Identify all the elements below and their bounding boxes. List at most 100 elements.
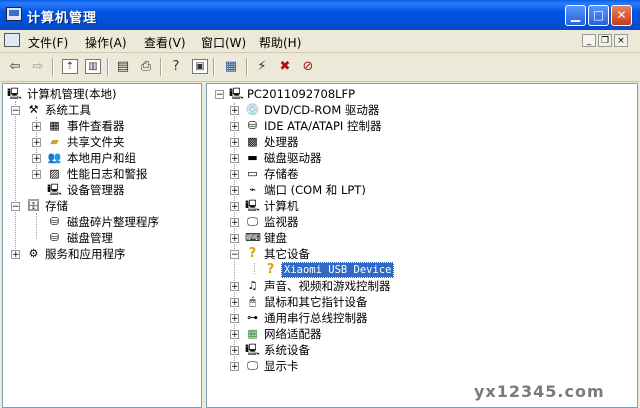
- expand-toggle[interactable]: +: [230, 298, 239, 308]
- expand-toggle[interactable]: +: [230, 186, 239, 196]
- sound-icon: ♫: [247, 279, 258, 292]
- expand-toggle[interactable]: +: [230, 106, 239, 116]
- tree-node-event-viewer[interactable]: + ▦ 事件查看器: [5, 118, 201, 134]
- tree-node-device-manager[interactable]: 🖳 设备管理器: [5, 182, 201, 198]
- expand-toggle[interactable]: +: [32, 122, 41, 132]
- tree-node-local-users[interactable]: + 👥 本地用户和组: [5, 150, 201, 166]
- device-category[interactable]: + ⊶ 通用串行总线控制器: [209, 310, 629, 326]
- properties-icon[interactable]: ▤: [113, 57, 133, 76]
- disable-device-icon[interactable]: ⊘: [298, 57, 318, 76]
- collapse-toggle[interactable]: −: [11, 202, 20, 212]
- back-arrow-icon[interactable]: ⇦: [5, 57, 25, 76]
- help-icon[interactable]: ?: [166, 57, 186, 76]
- menu-bar: 文件(F) 操作(A) 查看(V) 窗口(W) 帮助(H) _ ❐ ×: [0, 30, 640, 53]
- computer-management-window: 计算机管理 ▁ □ ✕ 文件(F) 操作(A) 查看(V) 窗口(W) 帮助(H…: [0, 0, 640, 408]
- collapse-toggle[interactable]: −: [215, 90, 224, 100]
- show-hide-tree-icon[interactable]: ▥: [85, 59, 101, 74]
- tree-node-defrag[interactable]: ⛁ 磁盘碎片整理程序: [5, 214, 201, 230]
- device-category[interactable]: + ▬ 磁盘驱动器: [209, 150, 629, 166]
- tree-node-performance[interactable]: + ▨ 性能日志和警报: [5, 166, 201, 182]
- menu-action[interactable]: 操作(A): [85, 34, 127, 51]
- watermark: yx12345.com: [474, 382, 605, 401]
- expand-toggle[interactable]: +: [230, 330, 239, 340]
- window-title: 计算机管理: [27, 11, 98, 26]
- expand-toggle[interactable]: +: [11, 250, 20, 260]
- menu-window[interactable]: 窗口(W): [201, 34, 246, 51]
- expand-toggle[interactable]: +: [230, 202, 239, 212]
- up-level-icon[interactable]: ⇡: [62, 59, 78, 74]
- expand-toggle[interactable]: +: [230, 122, 239, 132]
- expand-toggle[interactable]: +: [230, 154, 239, 164]
- device-manager-icon: 🖳: [47, 183, 62, 196]
- expand-toggle[interactable]: +: [32, 138, 41, 148]
- forward-arrow-icon[interactable]: ⇨: [28, 57, 48, 76]
- device-category[interactable]: + ⌁ 端口 (COM 和 LPT): [209, 182, 629, 198]
- mdi-minimize-button[interactable]: _: [582, 34, 596, 47]
- collapse-toggle[interactable]: −: [230, 250, 239, 260]
- close-button[interactable]: ✕: [611, 5, 632, 26]
- device-category[interactable]: + 🖱 鼠标和其它指针设备: [209, 294, 629, 310]
- disk-management-icon: ⛁: [49, 231, 60, 244]
- cdrom-icon: 💿: [245, 103, 260, 116]
- console-tree-pane[interactable]: 🖳 计算机管理(本地) − ⚒ 系统工具 + ▦ 事件查看器 + ▰ 共享文件夹…: [2, 83, 202, 408]
- mmc-icon[interactable]: [4, 33, 20, 47]
- device-category[interactable]: + 🖳 系统设备: [209, 342, 629, 358]
- expand-toggle[interactable]: +: [32, 154, 41, 164]
- disk-drive-icon: ▬: [247, 151, 258, 164]
- expand-toggle[interactable]: +: [230, 138, 239, 148]
- tools-icon: ⚒: [28, 103, 39, 116]
- monitor-icon: 🖵: [247, 215, 258, 228]
- tree-node-services[interactable]: + ⚙ 服务和应用程序: [5, 246, 201, 262]
- system-device-icon: 🖳: [245, 343, 260, 356]
- device-xiaomi-usb[interactable]: ? Xiaomi USB Device: [209, 262, 629, 278]
- device-category[interactable]: + ▩ 处理器: [209, 134, 629, 150]
- device-tree-pane[interactable]: − 🖳 PC2011092708LFP + 💿 DVD/CD-ROM 驱动器 +…: [206, 83, 638, 408]
- toolbar: ⇦ ⇨ ⇡ ▥ ▤ ⎙ ? ▣ ▦ ⚡ ✖ ⊘: [0, 53, 640, 82]
- expand-toggle[interactable]: +: [230, 346, 239, 356]
- device-root[interactable]: − 🖳 PC2011092708LFP: [209, 86, 629, 102]
- ide-icon: ⛁: [247, 119, 258, 132]
- device-category[interactable]: + 🖵 显示卡: [209, 358, 629, 374]
- tree-node-system-tools[interactable]: − ⚒ 系统工具: [5, 102, 201, 118]
- device-category[interactable]: + ♫ 声音、视频和游戏控制器: [209, 278, 629, 294]
- device-category[interactable]: + ⛁ IDE ATA/ATAPI 控制器: [209, 118, 629, 134]
- device-category[interactable]: + 🖳 计算机: [209, 198, 629, 214]
- expand-toggle[interactable]: +: [230, 362, 239, 372]
- minimize-button[interactable]: ▁: [565, 5, 586, 26]
- device-category-other[interactable]: − ? 其它设备: [209, 246, 629, 262]
- tree-node-disk-management[interactable]: ⛁ 磁盘管理: [5, 230, 201, 246]
- mouse-icon: 🖱: [249, 295, 256, 308]
- expand-toggle[interactable]: +: [230, 218, 239, 228]
- uninstall-icon[interactable]: ✖: [275, 57, 295, 76]
- print-icon[interactable]: ⎙: [136, 57, 156, 76]
- update-driver-icon[interactable]: ⚡: [252, 57, 272, 76]
- menu-file[interactable]: 文件(F): [28, 34, 68, 51]
- expand-toggle[interactable]: +: [230, 234, 239, 244]
- menu-view[interactable]: 查看(V): [144, 34, 186, 51]
- device-category[interactable]: + ▭ 存储卷: [209, 166, 629, 182]
- tree-node-root[interactable]: 🖳 计算机管理(本地): [5, 86, 201, 102]
- shared-folder-icon: ▰: [50, 135, 59, 148]
- show-hide-action-pane-icon[interactable]: ▣: [192, 59, 208, 74]
- maximize-button[interactable]: □: [588, 5, 609, 26]
- collapse-toggle[interactable]: −: [11, 106, 20, 116]
- mdi-close-button[interactable]: ×: [614, 34, 628, 47]
- expand-toggle[interactable]: +: [230, 282, 239, 292]
- network-icon: ▦: [247, 327, 258, 340]
- expand-toggle[interactable]: +: [230, 314, 239, 324]
- device-category[interactable]: + 🖵 监视器: [209, 214, 629, 230]
- storage-volume-icon: ▭: [247, 167, 258, 180]
- menu-help[interactable]: 帮助(H): [259, 34, 301, 51]
- tree-node-storage[interactable]: − 🗄 存储: [5, 198, 201, 214]
- expand-toggle[interactable]: +: [230, 170, 239, 180]
- expand-toggle[interactable]: +: [32, 170, 41, 180]
- app-icon: [6, 7, 22, 21]
- device-category[interactable]: + ▦ 网络适配器: [209, 326, 629, 342]
- device-category[interactable]: + ⌨ 键盘: [209, 230, 629, 246]
- scan-hardware-icon[interactable]: ▦: [221, 57, 241, 76]
- mdi-restore-button[interactable]: ❐: [598, 34, 612, 47]
- unknown-device-icon: ?: [266, 262, 275, 277]
- tree-node-shared-folders[interactable]: + ▰ 共享文件夹: [5, 134, 201, 150]
- title-bar[interactable]: 计算机管理 ▁ □ ✕: [0, 0, 640, 30]
- device-category[interactable]: + 💿 DVD/CD-ROM 驱动器: [209, 102, 629, 118]
